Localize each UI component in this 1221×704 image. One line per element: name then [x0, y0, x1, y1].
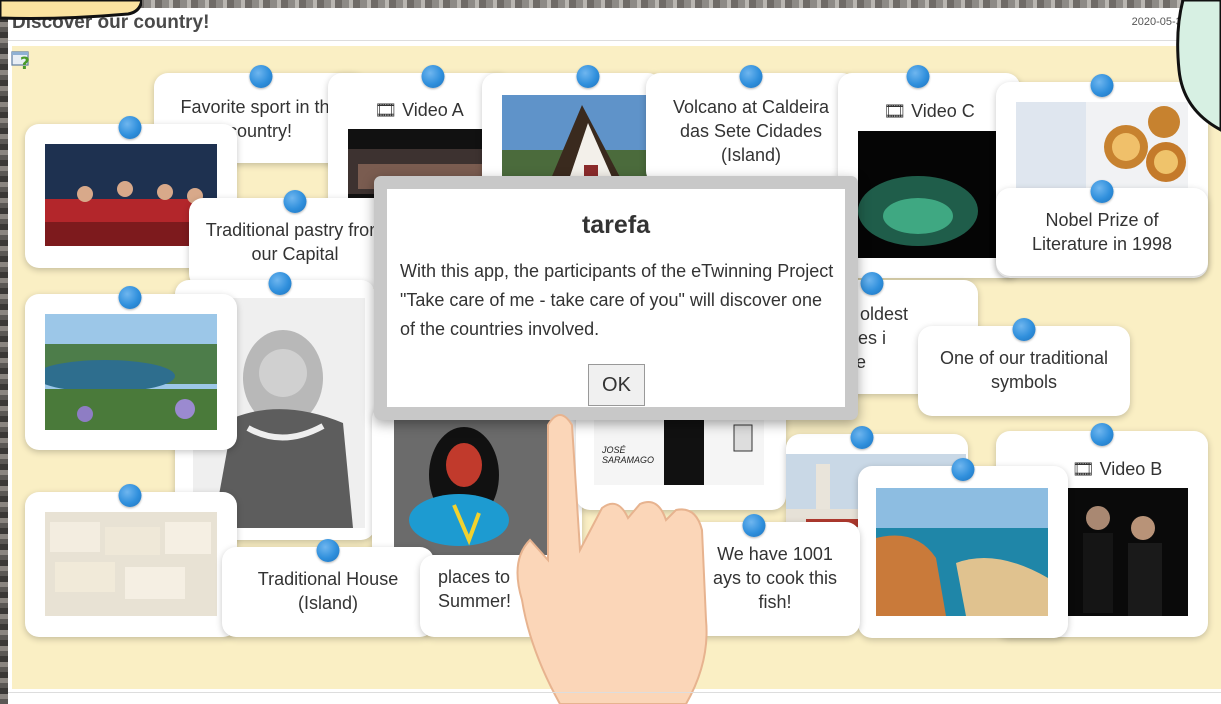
beach-photo: [876, 488, 1048, 616]
svg-text:?: ?: [20, 54, 30, 70]
card-pastry[interactable]: Traditional pastry from our Capital: [189, 190, 401, 288]
card-pin[interactable]: [118, 484, 142, 507]
codfish-photo: [45, 512, 217, 616]
right-speech-bubble: [1176, 0, 1221, 132]
card-pin[interactable]: [1012, 318, 1036, 341]
card-pin[interactable]: [249, 65, 273, 88]
card-symbols-text: One of our traditional symbols: [939, 348, 1109, 392]
card-nobel-text[interactable]: Nobel Prize of Literature in 1998: [996, 180, 1208, 276]
video-c-title: Video C: [911, 101, 975, 121]
card-pin[interactable]: [268, 272, 292, 295]
corner-speech-box: [0, 0, 142, 20]
card-pin[interactable]: [1090, 180, 1114, 203]
card-pin[interactable]: [316, 539, 340, 562]
card-traditional-house[interactable]: Traditional House (Island): [222, 539, 434, 637]
video-a-title: Video A: [402, 100, 464, 120]
card-pin[interactable]: [742, 514, 766, 537]
video-c-thumbnail: [858, 131, 1000, 258]
bottom-divider: [8, 692, 1221, 693]
film-icon: 🎞: [883, 101, 912, 121]
video-b-thumbnail: [1068, 488, 1188, 616]
card-pin[interactable]: [118, 286, 142, 309]
card-video-c[interactable]: 🎞 Video C: [838, 65, 1020, 278]
help-question-icon[interactable]: ?: [11, 50, 35, 70]
pointing-hand-icon: [516, 414, 708, 704]
title-divider: [8, 40, 1221, 41]
card-pin[interactable]: [118, 116, 142, 139]
card-lagoon-photo[interactable]: [25, 286, 237, 450]
card-nobel-text-label: Nobel Prize of Literature in 1998: [1031, 210, 1173, 254]
card-volcano-text: Volcano at Caldeira das Sete Cidades (Is…: [672, 97, 830, 165]
card-pin[interactable]: [576, 65, 600, 88]
card-traditional-symbols[interactable]: One of our traditional symbols: [918, 318, 1130, 416]
card-pin[interactable]: [421, 65, 445, 88]
card-pin[interactable]: [850, 426, 874, 449]
task-dialog: tarefa With this app, the participants o…: [374, 176, 858, 420]
lagoon-photo: [45, 314, 217, 430]
card-pin[interactable]: [283, 190, 307, 213]
video-b-title: Video B: [1099, 459, 1163, 479]
card-pin[interactable]: [951, 458, 975, 481]
card-beach-photo[interactable]: [858, 458, 1068, 638]
dialog-message: With this app, the participants of the e…: [400, 261, 834, 339]
card-pin[interactable]: [739, 65, 763, 88]
card-pin[interactable]: [1090, 74, 1114, 97]
film-icon: 🎞: [374, 100, 403, 120]
card-house-text: Traditional House (Island): [257, 569, 399, 613]
task-dialog-body: tarefa With this app, the participants o…: [387, 189, 845, 407]
film-icon: 🎞: [1071, 459, 1100, 479]
card-codfish-photo[interactable]: [25, 484, 237, 637]
video-c-label: 🎞 Video C: [838, 100, 1020, 122]
card-pin[interactable]: [1090, 423, 1114, 446]
card-pin[interactable]: [906, 65, 930, 88]
dialog-title: tarefa: [581, 211, 651, 239]
card-pin[interactable]: [860, 272, 884, 295]
card-volcano[interactable]: Volcano at Caldeira das Sete Cidades (Is…: [646, 65, 856, 185]
pastry-photo: [1016, 102, 1188, 188]
card-pastry-text: Traditional pastry from our Capital: [205, 220, 385, 264]
